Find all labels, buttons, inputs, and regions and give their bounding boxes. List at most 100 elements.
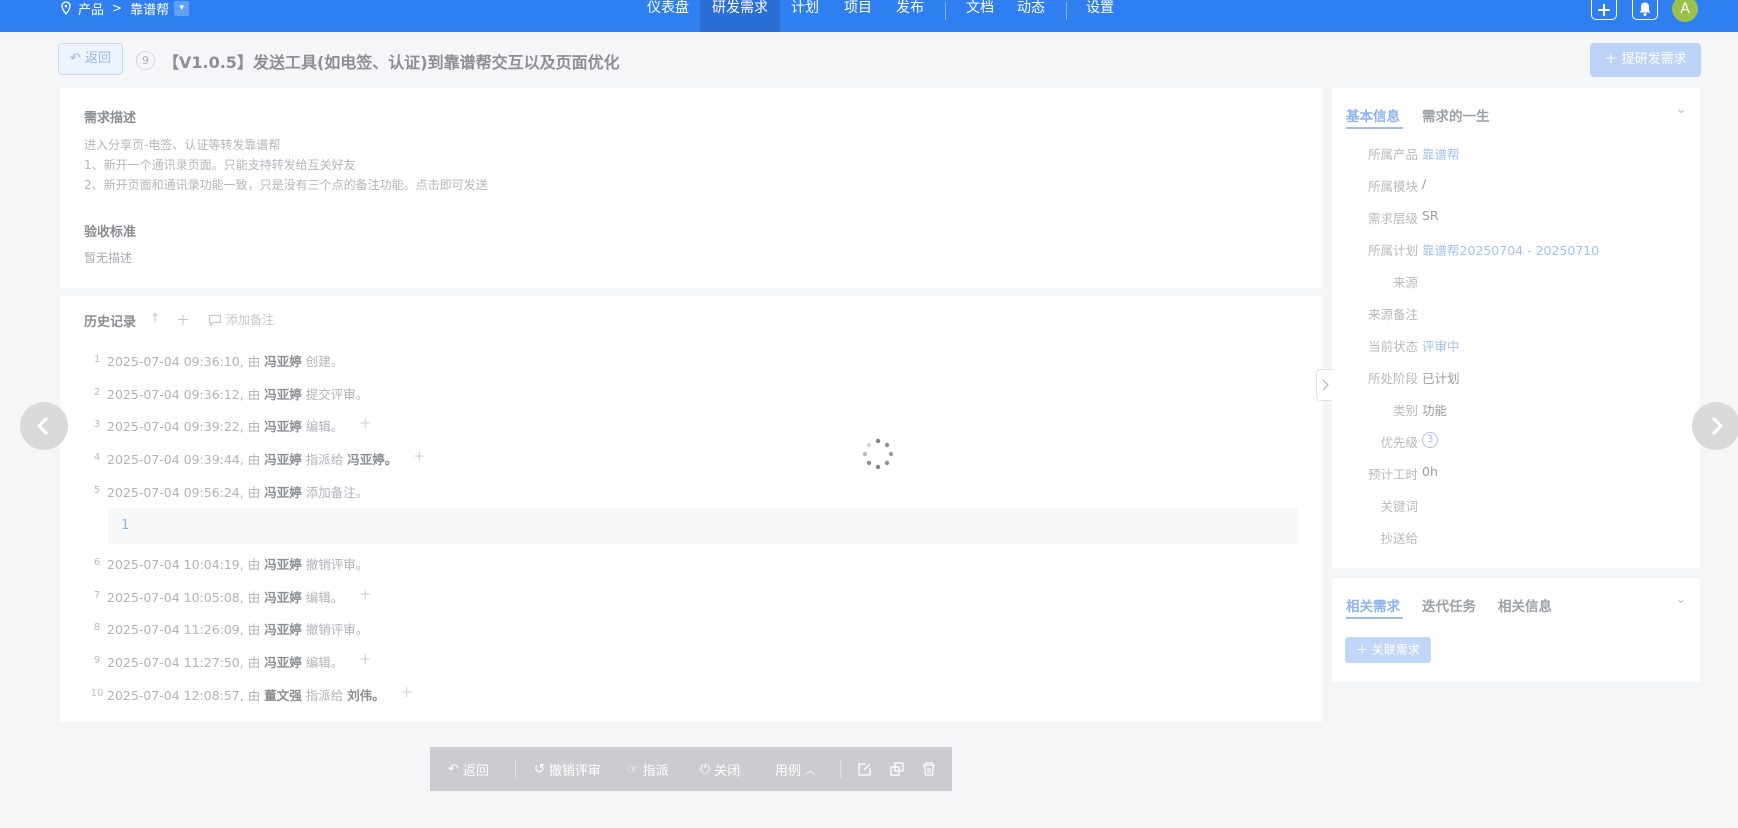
history-entry-time: 2025-07-04 09:39:44, 由: [107, 451, 261, 467]
history-entry-action: 编辑。: [305, 589, 344, 605]
history-entry: 2 2025-07-04 09:36:12, 由 冯亚婷 提交评审。: [87, 383, 368, 403]
nav-release[interactable]: 发布: [895, 0, 925, 32]
chevron-left-icon: [36, 416, 49, 436]
info-field-value[interactable]: 靠谱帮20250704 - 20250710: [1422, 240, 1599, 259]
history-entry-text: 2025-07-04 09:36:10, 由 冯亚婷 创建。: [107, 351, 343, 370]
tab-lifecycle[interactable]: 需求的一生: [1422, 105, 1490, 125]
info-field-value[interactable]: 评审中: [1422, 336, 1460, 355]
breadcrumb-product[interactable]: 产品: [78, 0, 104, 18]
chevron-down-icon[interactable]: ⌄: [1676, 592, 1690, 606]
test-cases-dropdown[interactable]: 用例 ︿: [775, 747, 815, 791]
history-entry: 4 2025-07-04 09:39:44, 由 冯亚婷 指派给 冯亚婷。 ＋: [87, 448, 427, 468]
edit-button[interactable]: [857, 747, 873, 791]
link-requirement-label: 关联需求: [1371, 643, 1420, 657]
history-entry-time: 2025-07-04 09:36:10, 由: [107, 353, 261, 369]
expand-entry-plus-icon[interactable]: ＋: [357, 588, 373, 604]
history-entry-user: 冯亚婷: [264, 621, 302, 637]
expand-entry-plus-icon[interactable]: ＋: [357, 653, 373, 669]
history-entry: 5 2025-07-04 09:56:24, 由 冯亚婷 添加备注。: [87, 481, 368, 501]
sort-arrow-icon[interactable]: ↑: [150, 311, 160, 325]
history-entry-text: 2025-07-04 10:04:19, 由 冯亚婷 撤销评审。: [107, 554, 368, 573]
tab-basic-info[interactable]: 基本信息: [1346, 105, 1400, 125]
history-entry-user: 冯亚婷: [264, 589, 302, 605]
copy-icon: [890, 762, 904, 776]
nav-divider: [1066, 2, 1067, 20]
history-entry-action: 指派给: [305, 687, 344, 703]
history-entry: 10 2025-07-04 12:08:57, 由 董文强 指派给 刘伟。 ＋: [87, 684, 415, 704]
nav-settings[interactable]: 设置: [1085, 0, 1115, 32]
plus-icon: [1598, 4, 1610, 16]
info-field-label: 需求层级: [1367, 211, 1418, 226]
info-field-value: 功能: [1422, 403, 1448, 418]
history-entry-number: 4: [93, 452, 101, 463]
trash-icon: [923, 762, 935, 776]
create-requirement-label: 提研发需求: [1621, 52, 1687, 67]
action-toolbar: ↶ 返回 ↺ 撤销评审 ☞ 指派 ⏻ 关闭 用例 ︿: [430, 747, 952, 791]
chevron-down-icon[interactable]: ⌄: [1676, 102, 1690, 116]
description-line: 进入分享页-电签、认证等转发靠谱帮: [84, 138, 281, 152]
nav-activity[interactable]: 动态: [1016, 0, 1046, 32]
revoke-review-button[interactable]: ↺ 撤销评审: [534, 747, 601, 791]
breadcrumb-separator: >: [112, 1, 123, 15]
copy-button[interactable]: [889, 747, 905, 791]
expand-entry-plus-icon[interactable]: ＋: [399, 686, 415, 702]
description-line: 1、新开一个通讯录页面。只能支持转发给互关好友: [84, 158, 356, 172]
delete-button[interactable]: [921, 747, 937, 791]
info-field-label: 预计工时: [1367, 467, 1418, 482]
history-entry-action: 撤销评审。: [305, 621, 369, 637]
info-field-label: 关键词: [1380, 499, 1418, 514]
info-field-label: 所属产品: [1367, 147, 1418, 162]
info-field-value: 0h: [1422, 464, 1438, 479]
info-field-value: 3: [1422, 432, 1438, 448]
toolbar-back-button[interactable]: ↶ 返回: [448, 747, 489, 791]
top-navbar: 产品 > 靠谱帮 ▾ 仪表盘 研发需求 计划 项目 发布 文档 动态 设置 A: [0, 0, 1738, 32]
tab-iteration-tasks[interactable]: 迭代任务: [1422, 595, 1476, 615]
breadcrumb-current-product[interactable]: 靠谱帮: [130, 0, 169, 18]
history-entry-user: 冯亚婷: [264, 654, 302, 670]
history-entry-number: 2: [93, 387, 101, 398]
back-button[interactable]: ↶ 返回: [58, 43, 123, 75]
previous-story-button[interactable]: [20, 402, 68, 450]
notifications-button[interactable]: [1632, 0, 1658, 20]
next-story-button[interactable]: [1692, 402, 1738, 450]
create-requirement-button[interactable]: ＋ 提研发需求: [1590, 43, 1701, 77]
link-requirement-button[interactable]: ＋ 关联需求: [1345, 637, 1431, 663]
history-entry-time: 2025-07-04 11:26:09, 由: [107, 621, 261, 637]
expand-all-plus-icon[interactable]: ＋: [176, 310, 190, 330]
comment-icon: [208, 314, 222, 326]
nav-project[interactable]: 项目: [843, 0, 873, 32]
history-entry-user: 冯亚婷: [264, 556, 302, 572]
history-entry-text: 2025-07-04 10:05:08, 由 冯亚婷 编辑。: [107, 587, 343, 606]
plus-icon: ＋: [1356, 643, 1369, 657]
nav-docs[interactable]: 文档: [965, 0, 995, 32]
nav-requirements[interactable]: 研发需求: [700, 0, 780, 32]
info-field-label: 所处阶段: [1367, 371, 1418, 386]
description-line: 2、新开页面和通讯录功能一致，只是没有三个点的备注功能。点击即可发送: [84, 178, 488, 192]
history-entry-number: 1: [93, 354, 101, 365]
history-entry-time: 2025-07-04 12:08:57, 由: [107, 687, 261, 703]
tab-related-requirements[interactable]: 相关需求: [1346, 595, 1400, 615]
bell-icon: [1639, 2, 1651, 16]
tab-related-info[interactable]: 相关信息: [1498, 595, 1552, 615]
nav-dashboard[interactable]: 仪表盘: [646, 0, 690, 32]
history-entry: 8 2025-07-04 11:26:09, 由 冯亚婷 撤销评审。: [87, 618, 368, 638]
info-field-value[interactable]: 靠谱帮: [1422, 144, 1460, 163]
history-entry-text: 2025-07-04 12:08:57, 由 董文强 指派给 刘伟。: [107, 685, 385, 704]
user-avatar[interactable]: A: [1672, 0, 1698, 22]
nav-plan[interactable]: 计划: [790, 0, 820, 32]
chevron-down-icon[interactable]: ▾: [174, 0, 190, 16]
history-entry-time: 2025-07-04 11:27:50, 由: [107, 654, 261, 670]
add-comment-button[interactable]: 添加备注: [208, 311, 274, 328]
plus-icon: ＋: [1604, 52, 1618, 67]
create-plus-button[interactable]: [1591, 0, 1617, 20]
history-entry-target: 冯亚婷。: [347, 451, 398, 467]
related-card: [1332, 578, 1700, 682]
close-story-button[interactable]: ⏻ 关闭: [700, 747, 740, 791]
nav-divider: [945, 2, 946, 20]
info-field-label: 优先级: [1380, 435, 1418, 450]
expand-entry-plus-icon[interactable]: ＋: [357, 417, 373, 433]
back-button-label: 返回: [85, 51, 112, 66]
assign-button[interactable]: ☞ 指派: [627, 747, 669, 791]
expand-entry-plus-icon[interactable]: ＋: [411, 450, 427, 466]
location-pin-icon: [61, 1, 71, 15]
